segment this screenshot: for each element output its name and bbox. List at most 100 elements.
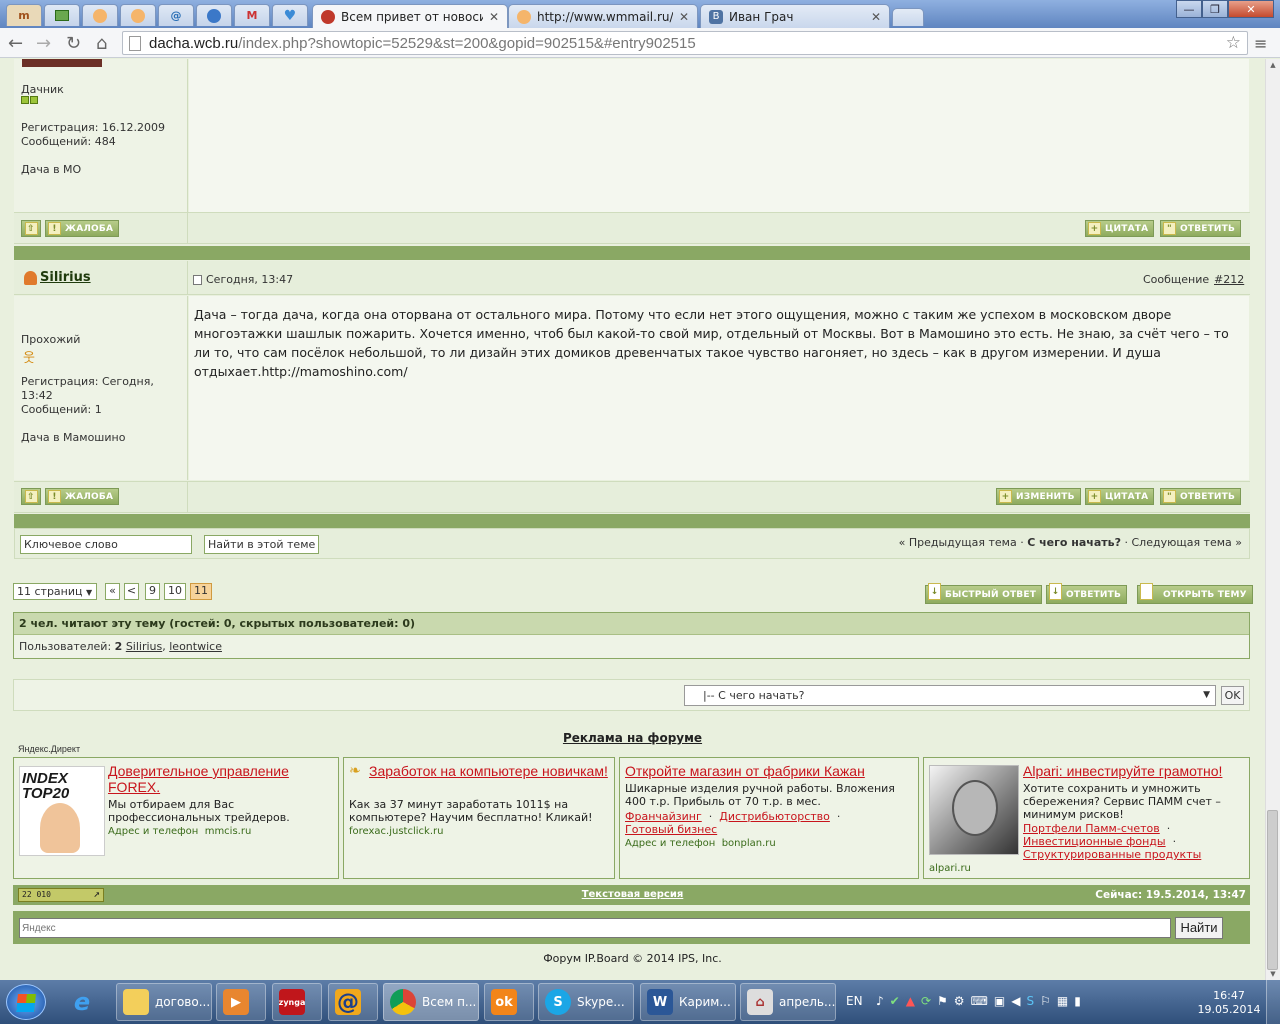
pinned-tab-4[interactable] — [120, 4, 156, 26]
taskbar-image-viewer[interactable]: ⌂ апрель... — [740, 983, 836, 1021]
text-version-link[interactable]: Текстовая версия — [0, 889, 1265, 900]
taskbar-word[interactable]: W Карим... — [640, 983, 736, 1021]
check-icon[interactable]: ✔ — [890, 994, 900, 1008]
taskbar-mailagent[interactable]: @ — [328, 983, 378, 1021]
ad-image[interactable]: INDEX TOP20 — [19, 766, 105, 856]
ad-title-link[interactable]: Заработок на компьютере новичкам! — [349, 763, 609, 779]
pinned-tab-5[interactable]: @ — [158, 4, 194, 26]
user-link[interactable]: leontwice — [169, 640, 222, 653]
ad-title-link[interactable]: Alpari: инвестируйте грамотно! — [1023, 763, 1249, 779]
page-link[interactable]: 9 — [145, 583, 160, 600]
tab-vk[interactable]: B Иван Грач ✕ — [700, 4, 890, 28]
tab-forum[interactable]: Всем привет от новосиб ✕ — [312, 4, 508, 29]
taskbar-media[interactable]: ▶ — [216, 983, 266, 1021]
page-link[interactable]: 10 — [164, 583, 186, 600]
taskbar-zynga[interactable]: zynga — [272, 983, 322, 1021]
yandex-direct-label[interactable]: Яндекс.Директ — [18, 744, 80, 754]
quote-button[interactable]: + ЦИТАТА — [1085, 220, 1155, 237]
scroll-top-button[interactable]: ⇧ — [21, 488, 41, 505]
search-topic-button[interactable]: Найти в этой теме — [204, 535, 320, 554]
ad-source[interactable]: forexac.justclick.ru — [349, 826, 443, 837]
reply-button[interactable]: " ОТВЕТИТЬ — [1160, 488, 1242, 505]
ad-title-link[interactable]: Откройте магазин от фабрики Кажан — [625, 763, 915, 779]
taskbar-clock[interactable]: 16:47 19.05.2014 — [1194, 989, 1264, 1017]
edit-button[interactable]: + ИЗМЕНИТЬ — [996, 488, 1081, 505]
yandex-search-button[interactable]: Найти — [1175, 917, 1223, 939]
ad-source[interactable]: Адрес и телефон mmcis.ru — [108, 826, 251, 837]
close-tab-icon[interactable]: ✕ — [871, 10, 881, 24]
scroll-up-icon[interactable]: ▲ — [1266, 59, 1280, 69]
ad-sublink[interactable]: Дистрибьюторство — [719, 810, 830, 823]
new-topic-button[interactable]: ОТКРЫТЬ ТЕМУ — [1137, 583, 1253, 604]
ad-source[interactable]: Адрес и телефон bonplan.ru — [625, 838, 776, 849]
flag-icon[interactable]: ⚑ — [937, 994, 948, 1008]
settings-icon[interactable]: ⚙ — [954, 994, 965, 1008]
show-desktop-button[interactable] — [1266, 980, 1280, 1024]
pinned-tab-7[interactable]: M — [234, 4, 270, 26]
monitor-icon[interactable]: ▣ — [994, 994, 1005, 1008]
user-link[interactable]: Silirius — [126, 640, 162, 653]
ad-source[interactable]: alpari.ru — [929, 863, 971, 874]
keyboard-icon[interactable]: ⌨ — [971, 994, 988, 1008]
volume-icon[interactable]: ◀ — [1011, 994, 1020, 1008]
minimize-button[interactable]: — — [1176, 0, 1202, 18]
ad-title-link[interactable]: Доверительное управление FOREX. — [108, 763, 334, 795]
language-indicator[interactable]: EN — [846, 994, 863, 1008]
scroll-down-icon[interactable]: ▼ — [1266, 970, 1280, 978]
menu-icon[interactable]: ≡ — [1254, 34, 1267, 53]
ad-sublink[interactable]: Готовый бизнес — [625, 823, 717, 836]
scrollbar-thumb[interactable] — [1267, 810, 1278, 970]
taskbar-ie[interactable]: e — [62, 983, 112, 1021]
notification-bell-icon[interactable]: ♪ — [876, 994, 884, 1008]
skype-tray-icon[interactable]: S — [1026, 994, 1034, 1008]
close-tab-icon[interactable]: ✕ — [679, 10, 689, 24]
action-center-icon[interactable]: ⚐ — [1040, 994, 1051, 1008]
reload-button[interactable]: ↻ — [66, 33, 81, 54]
pages-dropdown[interactable]: 11 страниц ▼ — [13, 583, 97, 600]
next-topic-link[interactable]: Следующая тема » — [1131, 536, 1242, 549]
ad-sublink[interactable]: Портфели Памм-счетов — [1023, 822, 1160, 835]
maximize-button[interactable]: ❐ — [1202, 0, 1228, 18]
network-icon[interactable]: ▦ — [1057, 994, 1068, 1008]
start-button[interactable] — [6, 984, 46, 1020]
tab-wmmail[interactable]: http://www.wmmail.ru/in ✕ — [508, 4, 698, 28]
ad-sublink[interactable]: Инвестиционные фонды — [1023, 835, 1166, 848]
taskbar-odnoklassniki[interactable]: ok — [484, 983, 534, 1021]
prev-page-button[interactable]: < — [124, 583, 139, 600]
new-tab-button[interactable] — [892, 8, 924, 26]
bookmark-star-icon[interactable]: ☆ — [1226, 33, 1241, 53]
close-tab-icon[interactable]: ✕ — [489, 10, 499, 24]
back-button[interactable]: ← — [8, 33, 23, 54]
forum-jump-select[interactable]: |-- С чего начать? ▼ — [684, 685, 1216, 706]
pinned-tab-2[interactable] — [44, 4, 80, 26]
pinned-tab-3[interactable] — [82, 4, 118, 26]
report-button[interactable]: ! ЖАЛОБА — [45, 220, 120, 237]
taskbar-chrome[interactable]: Всем п... — [383, 983, 479, 1021]
ad-sublink[interactable]: Франчайзинг — [625, 810, 702, 823]
report-button[interactable]: ! ЖАЛОБА — [45, 488, 120, 505]
address-bar[interactable]: dacha.wcb.ru/index.php?showtopic=52529&s… — [122, 31, 1248, 55]
forum-jump-ok-button[interactable]: OK — [1221, 686, 1244, 705]
taskbar-explorer[interactable]: догово... — [116, 983, 212, 1021]
home-button[interactable]: ⌂ — [96, 33, 107, 54]
ads-title[interactable]: Реклама на форуме — [0, 731, 1265, 745]
sync-icon[interactable]: ⟳ — [921, 994, 931, 1008]
ad-sublink[interactable]: Структурированные продукты — [1023, 848, 1201, 861]
first-page-button[interactable]: « — [105, 583, 120, 600]
ad-image[interactable] — [929, 765, 1019, 855]
pinned-tab-1[interactable]: m — [6, 4, 42, 26]
close-window-button[interactable]: ✕ — [1228, 0, 1274, 18]
adobe-icon[interactable]: ▲ — [906, 994, 915, 1008]
reply-button[interactable]: " ОТВЕТИТЬ — [1160, 220, 1242, 237]
quote-button[interactable]: + ЦИТАТА — [1085, 488, 1155, 505]
scroll-top-button[interactable]: ⇧ — [21, 220, 41, 237]
post-number-link[interactable]: #212 — [1214, 273, 1244, 286]
taskbar-skype[interactable]: S Skype... — [538, 983, 634, 1021]
yandex-search-input[interactable] — [19, 918, 1171, 938]
current-topic-link[interactable]: С чего начать? — [1027, 536, 1121, 549]
post-author-link[interactable]: Silirius — [40, 270, 91, 285]
pinned-tab-8[interactable]: ♥ — [272, 4, 308, 26]
pinned-tab-6[interactable] — [196, 4, 232, 26]
power-icon[interactable]: ▮ — [1074, 994, 1081, 1008]
fast-reply-button[interactable]: ↓ БЫСТРЫЙ ОТВЕТ — [925, 583, 1043, 604]
